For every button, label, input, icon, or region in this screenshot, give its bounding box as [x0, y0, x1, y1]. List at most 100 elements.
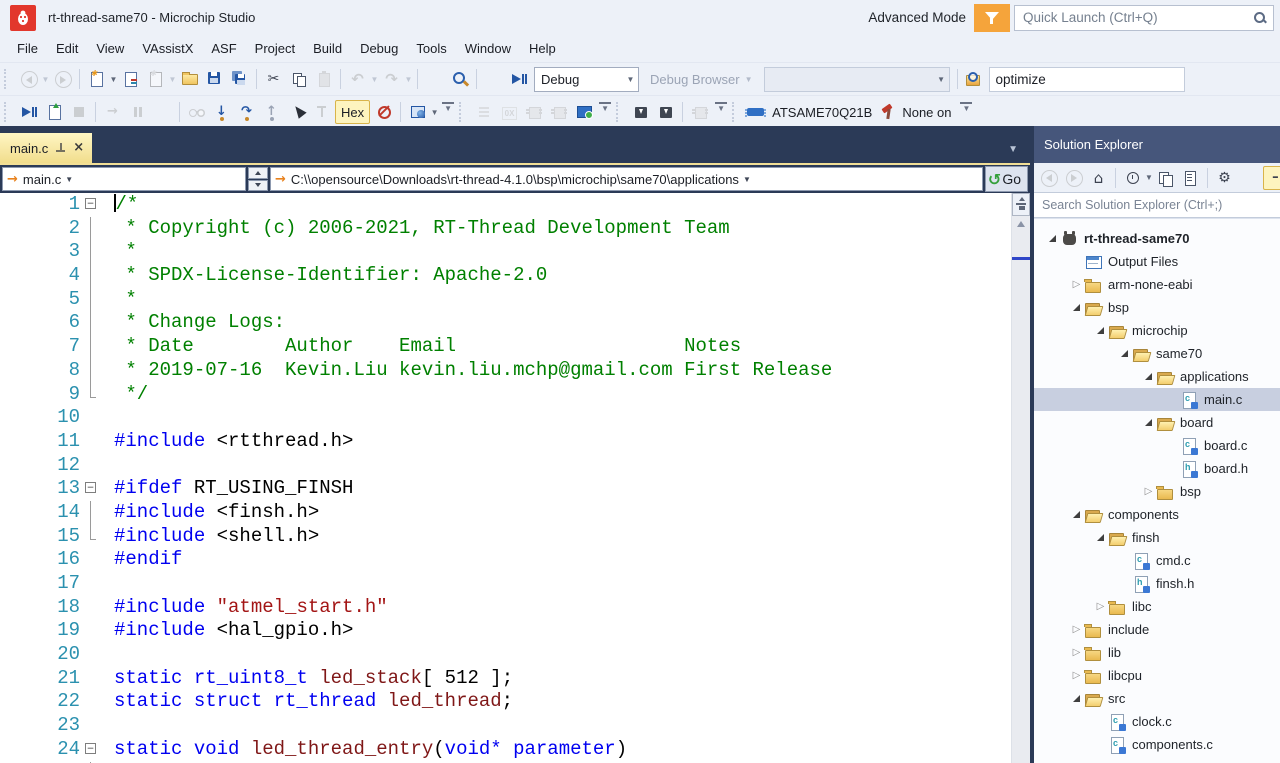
fold-collapse-icon[interactable]: [80, 193, 110, 217]
quickwatch-icon[interactable]: [185, 100, 208, 124]
step-out-icon[interactable]: ↑: [260, 100, 283, 124]
tree-item-include[interactable]: ▷include: [1034, 618, 1280, 641]
properties-window-icon[interactable]: [423, 67, 446, 91]
dropdown-caret-icon[interactable]: ▼: [430, 100, 439, 124]
dropdown-caret-icon[interactable]: ▼: [168, 67, 177, 91]
go-button[interactable]: ↺ Go: [985, 166, 1028, 192]
menu-edit[interactable]: Edit: [47, 37, 87, 60]
dropdown-caret-icon[interactable]: ▼: [41, 67, 50, 91]
tree-item-output-files[interactable]: Output Files: [1034, 250, 1280, 273]
expanded-arrow-icon[interactable]: [1140, 373, 1157, 380]
solution-explorer-title[interactable]: Solution Explorer: [1034, 126, 1280, 163]
break-all-icon[interactable]: [126, 100, 149, 124]
run-current-file-icon[interactable]: [42, 100, 65, 124]
scroll-up-button[interactable]: [1012, 216, 1030, 231]
tree-item-finsh[interactable]: finsh: [1034, 526, 1280, 549]
step-over-icon[interactable]: ↷: [235, 100, 258, 124]
run-to-cursor-icon[interactable]: [310, 100, 333, 124]
toolbar-overflow-icon[interactable]: ▼: [960, 102, 972, 122]
tree-item-board-c[interactable]: cboard.c: [1034, 434, 1280, 457]
disable-all-breakpoints-icon[interactable]: [372, 100, 395, 124]
tree-item-components-c[interactable]: ccomponents.c: [1034, 733, 1280, 756]
menu-view[interactable]: View: [87, 37, 133, 60]
program-device-fuses-icon[interactable]: [654, 100, 677, 124]
se-collapse-all-icon[interactable]: [1179, 166, 1202, 190]
advanced-mode-filter-button[interactable]: [974, 4, 1010, 32]
undefined-icon[interactable]: [1238, 166, 1261, 190]
add-new-item-icon[interactable]: [119, 67, 142, 91]
menu-build[interactable]: Build: [304, 37, 351, 60]
expanded-arrow-icon[interactable]: [1068, 511, 1085, 518]
expanded-arrow-icon[interactable]: [1044, 235, 1061, 242]
symbol-combo[interactable]: → main.c ▼: [2, 167, 246, 191]
save-icon[interactable]: [203, 67, 226, 91]
tree-item-microchip[interactable]: microchip: [1034, 319, 1280, 342]
menu-help[interactable]: Help: [520, 37, 565, 60]
code-editor[interactable]: 1/*2 * Copyright (c) 2006-2021, RT-Threa…: [0, 193, 1030, 763]
find-in-files-icon[interactable]: [448, 67, 471, 91]
toolbar-grip[interactable]: [616, 102, 624, 122]
tree-item-board[interactable]: board: [1034, 411, 1280, 434]
tree-item-cmd-c[interactable]: ccmd.c: [1034, 549, 1280, 572]
tree-item-libc[interactable]: ▷libc: [1034, 595, 1280, 618]
registers-window-icon[interactable]: [497, 100, 520, 124]
toolbar-overflow-icon[interactable]: ▼: [599, 102, 611, 122]
dropdown-caret-icon[interactable]: ▼: [109, 67, 118, 91]
start-icon[interactable]: [151, 100, 174, 124]
pin-icon[interactable]: [55, 143, 66, 154]
tree-item-src[interactable]: src: [1034, 687, 1280, 710]
start-debugging-icon[interactable]: [507, 67, 530, 91]
menu-debug[interactable]: Debug: [351, 37, 407, 60]
selected-debugger-tool[interactable]: None on: [879, 100, 956, 124]
device-programming-icon[interactable]: [572, 100, 595, 124]
memory-window-icon[interactable]: [406, 100, 429, 124]
tree-item-same70[interactable]: same70: [1034, 342, 1280, 365]
document-list-chevron-icon[interactable]: ▼: [1008, 144, 1018, 155]
quick-launch-input[interactable]: [1021, 9, 1253, 26]
open-file-icon[interactable]: [178, 67, 201, 91]
debug-target-combo[interactable]: ▼: [764, 67, 950, 92]
step-into-icon[interactable]: ↓: [210, 100, 233, 124]
se-pending-changes-filter-icon[interactable]: [1121, 166, 1144, 190]
dropdown-caret-icon[interactable]: ▼: [370, 67, 379, 91]
toolbar-grip[interactable]: [4, 69, 12, 89]
expanded-arrow-icon[interactable]: [1092, 534, 1109, 541]
se-forward-icon[interactable]: [1062, 166, 1085, 190]
menu-asf[interactable]: ASF: [202, 37, 245, 60]
hex-display-toggle-button[interactable]: Hex: [335, 100, 370, 124]
spinner-up-button[interactable]: [248, 167, 268, 179]
navigate-forward-icon[interactable]: [51, 67, 74, 91]
tree-item-applications[interactable]: applications: [1034, 365, 1280, 388]
collapsed-arrow-icon[interactable]: ▷: [1092, 601, 1109, 612]
menu-project[interactable]: Project: [246, 37, 304, 60]
expanded-arrow-icon[interactable]: [1068, 695, 1085, 702]
menu-window[interactable]: Window: [456, 37, 520, 60]
tree-item-libcpu[interactable]: ▷libcpu: [1034, 664, 1280, 687]
collapsed-arrow-icon[interactable]: ▷: [1068, 670, 1085, 681]
collapsed-arrow-icon[interactable]: ▷: [1140, 486, 1157, 497]
toolbar-grip[interactable]: [4, 102, 12, 122]
se-preview-selected-items-icon[interactable]: –: [1263, 166, 1280, 190]
se-sync-with-active-document-icon[interactable]: [1154, 166, 1177, 190]
editor-scrollbar[interactable]: [1011, 193, 1030, 763]
menu-file[interactable]: File: [8, 37, 47, 60]
expanded-arrow-icon[interactable]: [1116, 350, 1133, 357]
toolbar-overflow-icon[interactable]: ▼: [442, 102, 454, 122]
dropdown-caret-icon[interactable]: ▼: [1145, 166, 1153, 190]
collapsed-arrow-icon[interactable]: ▷: [1068, 279, 1085, 290]
save-all-icon[interactable]: [228, 67, 251, 91]
tree-item-rt-thread-same70[interactable]: rt-thread-same70: [1034, 227, 1280, 250]
dropdown-caret-icon[interactable]: ▼: [404, 67, 413, 91]
start-without-debugging-icon[interactable]: [482, 67, 505, 91]
call-stack-window-icon[interactable]: [472, 100, 495, 124]
tree-item-finsh-h[interactable]: hfinsh.h: [1034, 572, 1280, 595]
vax-search-input[interactable]: optimize: [989, 67, 1185, 92]
device-pack-manager-icon[interactable]: [547, 100, 570, 124]
menu-tools[interactable]: Tools: [407, 37, 455, 60]
spinner-down-button[interactable]: [248, 180, 268, 192]
expanded-arrow-icon[interactable]: [1068, 304, 1085, 311]
cut-icon[interactable]: ✂: [262, 67, 285, 91]
menu-vassistx[interactable]: VAssistX: [133, 37, 202, 60]
vax-open-file-in-solution-icon[interactable]: [963, 67, 986, 91]
close-icon[interactable]: ×: [73, 142, 84, 154]
